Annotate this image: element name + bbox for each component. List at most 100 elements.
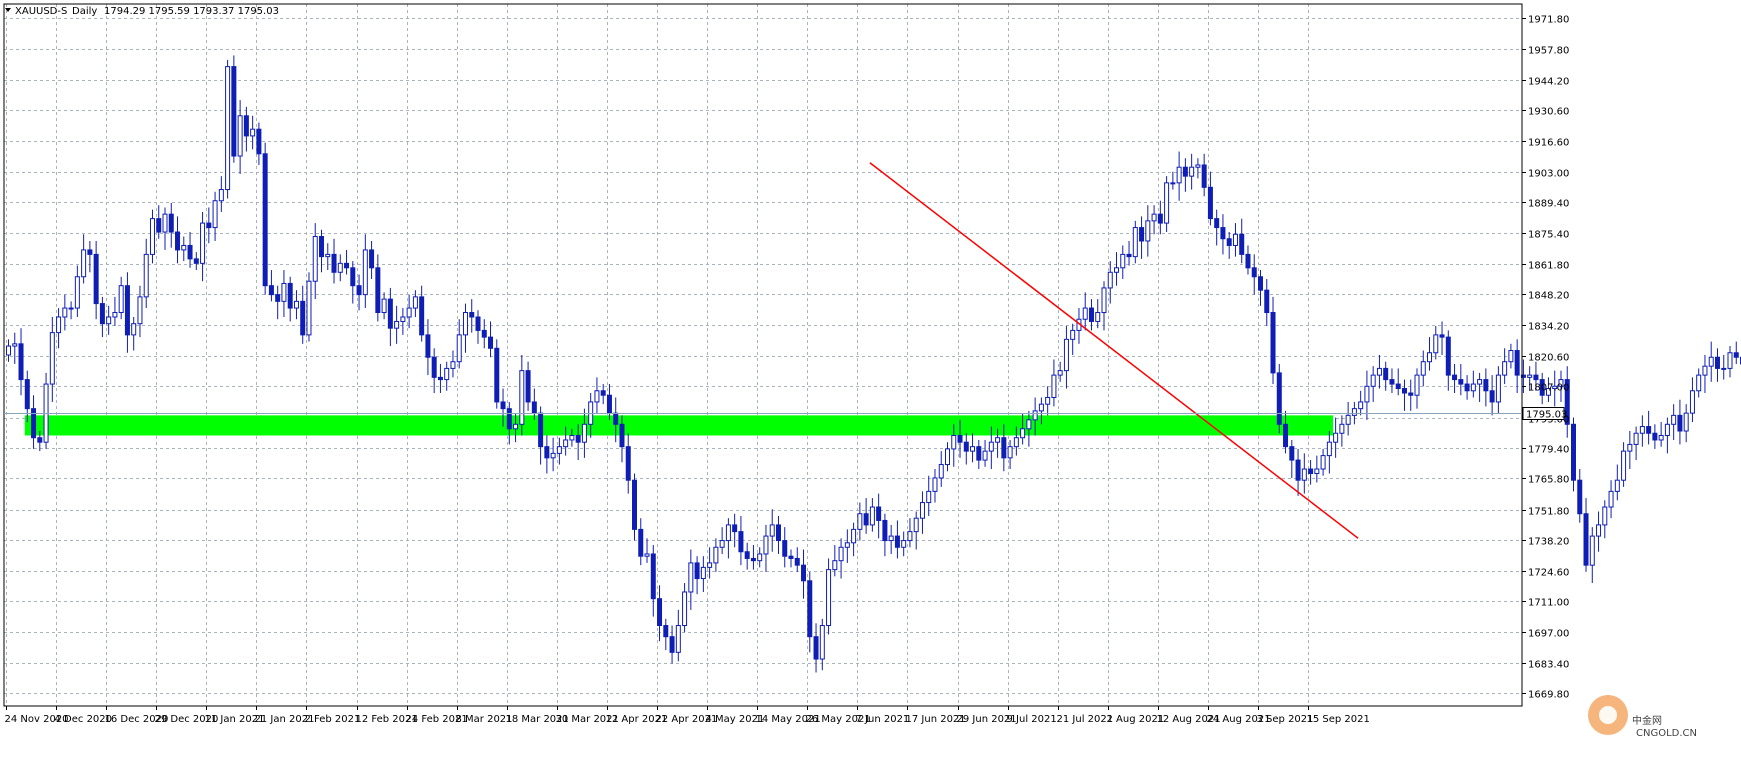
candle-body-up bbox=[858, 514, 862, 530]
candle-body-down bbox=[388, 299, 392, 328]
candlestick-chart[interactable]: 1971.801957.801944.201930.601916.601903.… bbox=[0, 0, 1741, 763]
candle-body-down bbox=[664, 626, 668, 637]
candle-body-down bbox=[539, 413, 543, 447]
candle-body-up bbox=[1152, 214, 1156, 221]
candle-body-down bbox=[1202, 165, 1206, 187]
candle-body-up bbox=[645, 554, 649, 556]
ohlc-label: 1794.29 1795.59 1793.37 1795.03 bbox=[104, 6, 279, 17]
y-tick-label: 1861.80 bbox=[1528, 261, 1569, 272]
candle-body-down bbox=[1534, 375, 1538, 379]
candle-body-up bbox=[726, 525, 730, 541]
candle-body-up bbox=[1597, 525, 1601, 536]
candle-body-up bbox=[996, 438, 1000, 442]
candle-body-down bbox=[532, 402, 536, 413]
candle-body-up bbox=[457, 335, 461, 362]
candle-body-up bbox=[294, 301, 298, 308]
candle-body-up bbox=[1171, 183, 1175, 184]
y-tick-label: 1738.20 bbox=[1528, 537, 1569, 548]
candle-body-up bbox=[1033, 411, 1037, 420]
candle-body-down bbox=[376, 268, 380, 313]
candle-body-down bbox=[1734, 353, 1738, 357]
candle-body-up bbox=[213, 201, 217, 228]
candle-body-up bbox=[714, 547, 718, 563]
candle-body-up bbox=[520, 371, 524, 425]
candle-body-up bbox=[1659, 435, 1663, 439]
candle-body-down bbox=[288, 283, 292, 308]
support-zone-rect bbox=[25, 415, 1333, 435]
candle-body-down bbox=[633, 480, 637, 529]
candle-body-up bbox=[1415, 375, 1419, 395]
candle-body-up bbox=[827, 570, 831, 626]
candle-body-down bbox=[1208, 187, 1212, 218]
candle-body-down bbox=[176, 232, 180, 250]
candle-body-down bbox=[977, 447, 981, 460]
candle-body-up bbox=[845, 543, 849, 547]
y-tick-label: 1751.80 bbox=[1528, 507, 1569, 518]
candle-body-down bbox=[776, 525, 780, 541]
candle-body-down bbox=[733, 525, 737, 532]
candle-body-up bbox=[150, 219, 154, 255]
candle-body-down bbox=[877, 507, 881, 520]
y-tick-label: 1807.00 bbox=[1528, 383, 1569, 394]
candle-body-down bbox=[783, 541, 787, 557]
candle-body-down bbox=[438, 377, 442, 379]
candle-body-down bbox=[1490, 391, 1494, 402]
candle-body-up bbox=[833, 561, 837, 570]
candle-body-down bbox=[1465, 384, 1469, 391]
candle-body-up bbox=[1302, 469, 1306, 480]
candle-body-up bbox=[107, 317, 111, 324]
candle-body-up bbox=[1352, 409, 1356, 416]
candle-body-down bbox=[1227, 239, 1231, 246]
candle-body-up bbox=[226, 67, 230, 190]
candle-body-up bbox=[1722, 368, 1726, 369]
candle-body-up bbox=[1496, 375, 1500, 402]
candle-body-down bbox=[1409, 393, 1413, 395]
candle-body-up bbox=[952, 435, 956, 448]
candle-body-up bbox=[407, 308, 411, 317]
candle-body-up bbox=[451, 362, 455, 369]
candle-body-up bbox=[382, 299, 386, 312]
chart-header: XAUUSD-S Daily 1794.29 1795.59 1793.37 1… bbox=[5, 6, 279, 17]
y-tick-label: 1820.60 bbox=[1528, 353, 1569, 364]
candle-body-down bbox=[370, 250, 374, 268]
candle-body-down bbox=[232, 67, 236, 156]
candle-body-up bbox=[1052, 375, 1056, 397]
candle-body-down bbox=[1140, 228, 1144, 241]
candle-body-up bbox=[1697, 375, 1701, 391]
candle-body-up bbox=[238, 116, 242, 156]
candle-body-down bbox=[1446, 337, 1450, 375]
candle-body-down bbox=[670, 637, 674, 653]
candle-body-up bbox=[1634, 433, 1638, 444]
candle-body-up bbox=[182, 245, 186, 249]
candle-body-down bbox=[244, 116, 248, 136]
candle-body-down bbox=[1246, 254, 1250, 267]
candle-body-up bbox=[445, 368, 449, 379]
candle-body-up bbox=[908, 532, 912, 541]
candle-body-down bbox=[651, 554, 655, 599]
candle-body-down bbox=[958, 435, 962, 442]
candle-body-down bbox=[125, 286, 129, 335]
candle-body-up bbox=[1071, 330, 1075, 339]
chart-area[interactable]: 1971.801957.801944.201930.601916.601903.… bbox=[0, 0, 1741, 763]
y-tick-label: 1779.40 bbox=[1528, 445, 1569, 456]
candle-body-down bbox=[1183, 167, 1187, 176]
candle-body-down bbox=[526, 371, 530, 402]
candle-body-down bbox=[1259, 277, 1263, 290]
candle-body-up bbox=[1340, 424, 1344, 433]
candle-body-up bbox=[770, 525, 774, 536]
candle-body-down bbox=[795, 558, 799, 565]
candle-body-down bbox=[482, 330, 486, 337]
watermark-subtext: CNGOLD.CN bbox=[1636, 728, 1697, 739]
candle-body-up bbox=[1690, 391, 1694, 413]
candle-body-down bbox=[1715, 357, 1719, 368]
candle-body-up bbox=[1115, 268, 1119, 272]
candle-body-up bbox=[920, 503, 924, 519]
candle-body-up bbox=[119, 286, 123, 313]
y-tick-label: 1848.20 bbox=[1528, 291, 1569, 302]
candle-body-down bbox=[751, 558, 755, 560]
candle-body-down bbox=[1453, 375, 1457, 379]
y-tick-label: 1697.00 bbox=[1528, 629, 1569, 640]
candle-body-down bbox=[739, 532, 743, 552]
candle-body-up bbox=[1672, 415, 1676, 424]
candle-body-down bbox=[1390, 380, 1394, 384]
